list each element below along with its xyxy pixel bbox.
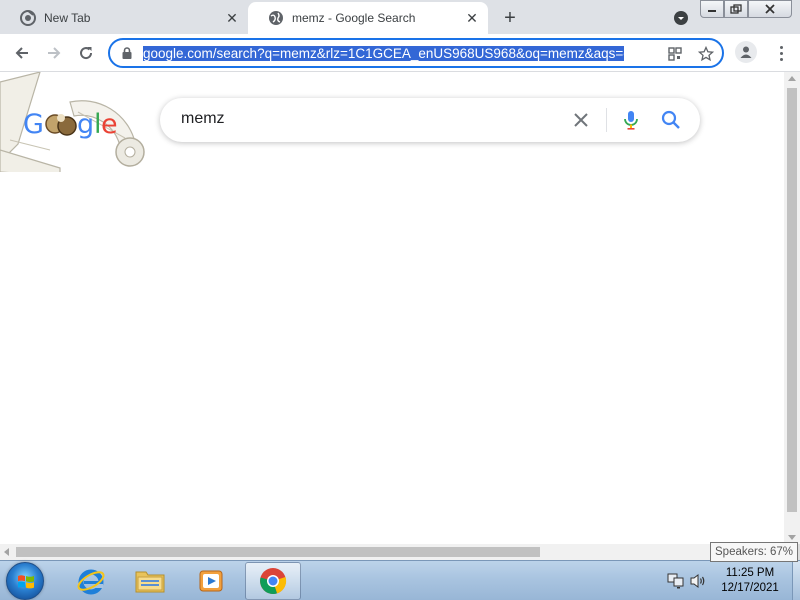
lock-icon[interactable] bbox=[120, 46, 134, 60]
arrow-left-icon bbox=[15, 47, 28, 59]
url-selection: google.com/search?q=memz&rlz=1C1GCEA_enU… bbox=[143, 46, 624, 61]
chrome-icon bbox=[260, 568, 287, 594]
clock-time: 11:25 PM bbox=[725, 567, 775, 579]
horizontal-scroll-thumb[interactable] bbox=[16, 547, 540, 557]
start-button[interactable] bbox=[6, 562, 44, 600]
search-icon[interactable] bbox=[660, 109, 682, 131]
profile-avatar-button[interactable] bbox=[735, 41, 757, 63]
scroll-up-arrow-icon[interactable] bbox=[788, 76, 796, 81]
screen: New Tab ✕ memz - Google Search ✕ + googl… bbox=[0, 0, 800, 600]
address-bar[interactable]: google.com/search?q=memz&rlz=1C1GCEA_enU… bbox=[108, 38, 724, 68]
scroll-down-arrow-icon[interactable] bbox=[788, 535, 796, 540]
vertical-scroll-thumb[interactable] bbox=[787, 88, 797, 512]
close-window-button[interactable] bbox=[748, 0, 792, 18]
url-text[interactable]: google.com/search?q=memz&rlz=1C1GCEA_enU… bbox=[143, 45, 624, 62]
speaker-volume-icon[interactable] bbox=[689, 573, 707, 589]
volume-tooltip: Speakers: 67% bbox=[710, 542, 798, 562]
network-icon[interactable] bbox=[667, 573, 685, 589]
svg-text:G: G bbox=[23, 109, 44, 140]
window-controls bbox=[700, 0, 792, 18]
clear-search-button[interactable] bbox=[570, 109, 592, 131]
globe-icon bbox=[268, 10, 284, 26]
google-doodle-logo[interactable]: G g l e bbox=[0, 72, 150, 172]
media-player-icon bbox=[199, 570, 223, 592]
chrome-icon bbox=[20, 10, 36, 26]
forward-button[interactable] bbox=[42, 41, 66, 65]
restore-button[interactable] bbox=[724, 0, 748, 18]
clock-date: 12/17/2021 bbox=[721, 582, 779, 594]
svg-text:e: e bbox=[101, 109, 118, 140]
tab-close-button[interactable]: ✕ bbox=[222, 8, 242, 28]
tab-search-icon[interactable] bbox=[672, 9, 690, 27]
tab-new-tab[interactable]: New Tab ✕ bbox=[0, 2, 249, 34]
microphone-icon[interactable] bbox=[620, 109, 642, 131]
tab-memz-search[interactable]: memz - Google Search ✕ bbox=[248, 2, 488, 34]
tab-title: memz - Google Search bbox=[292, 11, 416, 25]
arrow-right-icon bbox=[48, 47, 61, 59]
taskbar: 11:25 PM 12/17/2021 bbox=[0, 560, 800, 600]
chrome-menu-button[interactable] bbox=[770, 41, 792, 65]
search-divider bbox=[606, 108, 607, 132]
taskbar-media-player[interactable] bbox=[183, 562, 239, 600]
tab-strip: New Tab ✕ memz - Google Search ✕ + bbox=[0, 0, 800, 34]
scroll-left-arrow-icon[interactable] bbox=[4, 548, 9, 556]
tab-title: New Tab bbox=[44, 11, 91, 25]
close-icon bbox=[574, 113, 588, 127]
browser-toolbar: google.com/search?q=memz&rlz=1C1GCEA_enU… bbox=[0, 34, 800, 72]
vertical-scrollbar[interactable] bbox=[784, 72, 800, 544]
tab-close-button[interactable]: ✕ bbox=[462, 8, 482, 28]
person-icon bbox=[740, 46, 752, 58]
reload-button[interactable] bbox=[74, 41, 98, 65]
page-content: G g l e memz bbox=[0, 72, 784, 544]
file-explorer-icon bbox=[135, 571, 165, 593]
taskbar-chrome[interactable] bbox=[245, 562, 301, 600]
show-desktop-button[interactable] bbox=[792, 561, 800, 600]
new-tab-button[interactable]: + bbox=[498, 6, 522, 30]
qr-code-icon[interactable] bbox=[666, 45, 684, 63]
horizontal-scrollbar[interactable] bbox=[0, 544, 784, 560]
bookmark-star-icon[interactable] bbox=[697, 45, 715, 63]
taskbar-internet-explorer[interactable] bbox=[63, 562, 119, 600]
internet-explorer-icon bbox=[77, 569, 105, 595]
reload-icon bbox=[80, 47, 93, 60]
windows-logo-icon bbox=[18, 575, 34, 589]
search-input[interactable]: memz bbox=[181, 110, 225, 128]
search-box[interactable]: memz bbox=[160, 98, 700, 142]
back-button[interactable] bbox=[10, 41, 34, 65]
minimize-button[interactable] bbox=[700, 0, 724, 18]
system-clock[interactable]: 11:25 PM 12/17/2021 bbox=[708, 566, 792, 596]
taskbar-file-explorer[interactable] bbox=[122, 562, 178, 600]
svg-text:g: g bbox=[77, 109, 94, 140]
